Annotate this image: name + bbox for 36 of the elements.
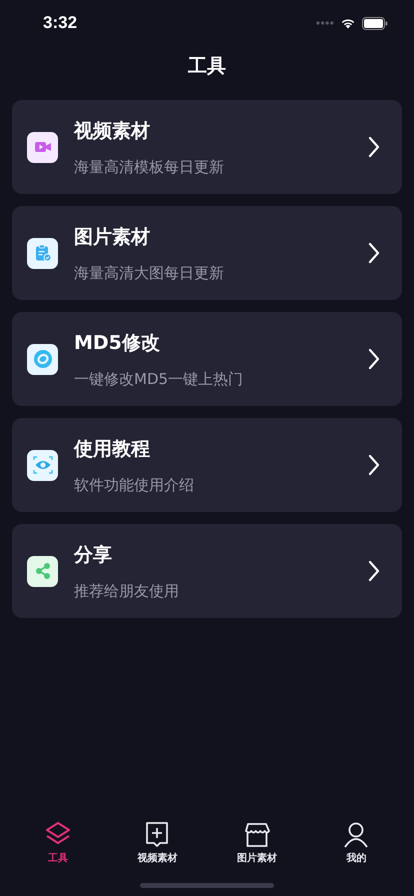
tool-card[interactable]: 视频素材 海量高清模板每日更新: [12, 100, 402, 194]
store-icon: [242, 821, 271, 849]
tool-description: 软件功能使用介绍: [74, 476, 195, 494]
tool-description: 海量高清模板每日更新: [74, 158, 225, 176]
chevron-right-icon: [368, 242, 380, 264]
signal-icon: [316, 21, 334, 25]
status-time: 3:32: [43, 13, 78, 33]
tool-title: MD5修改: [74, 330, 161, 356]
eye-icon: [27, 450, 58, 480]
clipboard-icon: [27, 238, 58, 268]
chevron-right-icon: [368, 454, 380, 476]
chevron-right-icon: [368, 136, 380, 158]
tool-card[interactable]: 图片素材 海量高清大图每日更新: [12, 206, 402, 300]
battery-icon: [362, 16, 388, 30]
tab-bar-item[interactable]: 工具: [18, 821, 98, 871]
tab-bar-item[interactable]: 图片素材: [216, 821, 297, 871]
tab-bar-item[interactable]: 我的: [316, 821, 396, 871]
chevron-right-icon: [368, 560, 380, 582]
tool-card[interactable]: 使用教程 软件功能使用介绍: [12, 418, 402, 512]
tab-bar-item[interactable]: 视频素材: [117, 821, 198, 871]
tool-title: 图片素材: [74, 224, 151, 250]
video-camera-icon: [27, 132, 58, 162]
ring-icon: [27, 344, 58, 374]
tool-title: 使用教程: [74, 436, 151, 462]
share-icon: [27, 556, 58, 586]
wifi-icon: [340, 17, 356, 29]
page-title: 工具: [187, 54, 227, 79]
tool-description: 推荐给朋友使用: [74, 582, 180, 600]
tool-description: 一键修改MD5一键上热门: [74, 370, 244, 388]
tool-card[interactable]: MD5修改 一键修改MD5一键上热门: [12, 312, 402, 406]
tool-title: 视频素材: [74, 118, 151, 144]
person-icon: [343, 821, 370, 849]
tool-description: 海量高清大图每日更新: [74, 264, 225, 282]
tool-card[interactable]: 分享 推荐给朋友使用: [12, 524, 402, 618]
tool-title: 分享: [74, 542, 113, 568]
chevron-right-icon: [368, 348, 380, 370]
